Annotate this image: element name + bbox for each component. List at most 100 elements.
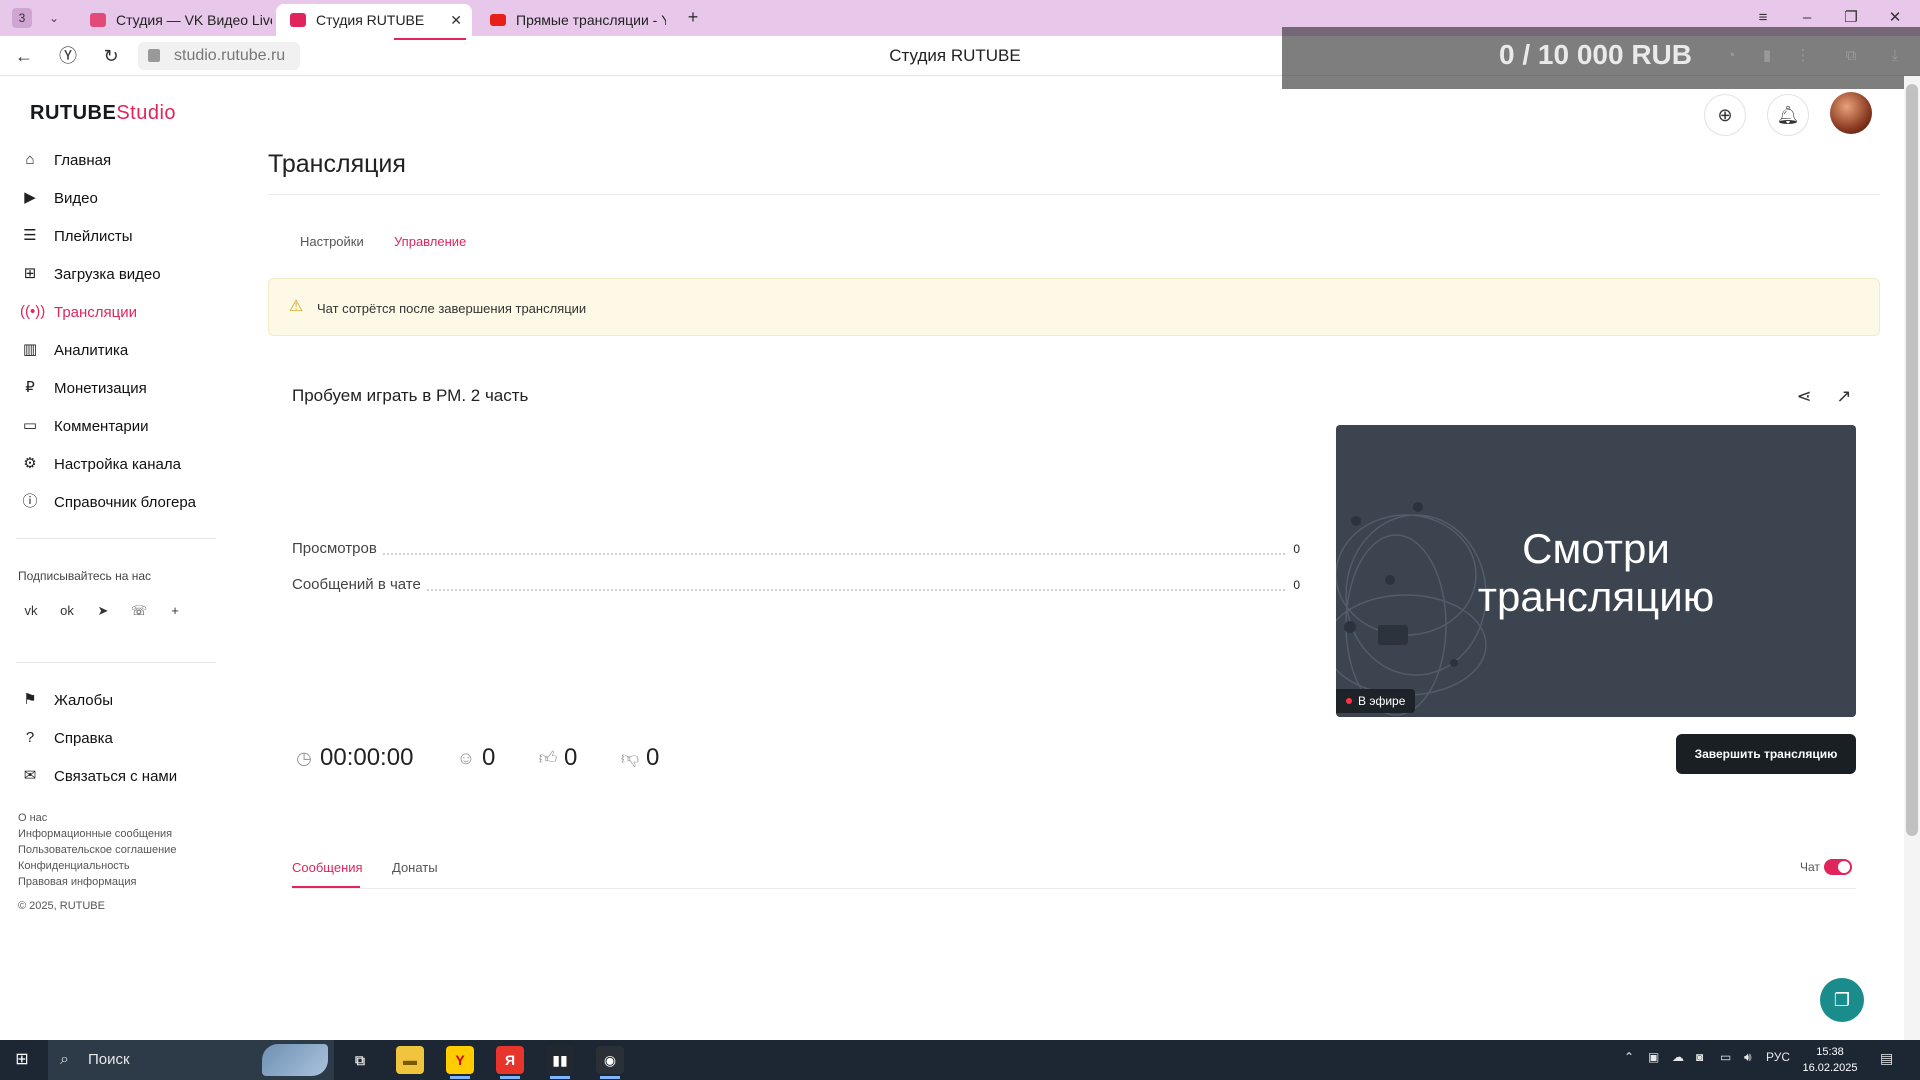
clock-icon: ◷	[296, 748, 312, 768]
yandex-icon[interactable]: Я	[496, 1046, 524, 1079]
file-explorer-icon[interactable]: ▬	[396, 1046, 424, 1074]
reload-icon[interactable]: ↻	[99, 44, 123, 68]
lock-icon	[148, 49, 160, 62]
video-icon: ▶	[24, 189, 36, 206]
tab-settings[interactable]: Настройки	[300, 234, 364, 249]
preview-caption-line: трансляцию	[1477, 573, 1715, 620]
sidebar-item-broadcasts[interactable]: ((•)) Трансляции	[20, 298, 137, 326]
sidebar-item-label: Жалобы	[54, 691, 113, 709]
footer-link-legal[interactable]: Правовая информация	[18, 876, 136, 888]
sidebar-item-label: Видео	[54, 189, 98, 207]
odnoklassniki-icon[interactable]: ok	[54, 598, 80, 624]
end-stream-button[interactable]: Завершить трансляцию	[1676, 734, 1856, 774]
sidebar-item-label: Настройка канала	[54, 455, 181, 473]
page-heading: Трансляция	[268, 150, 406, 178]
sidebar-item-label: Комментарии	[54, 417, 149, 435]
live-dot-icon	[1346, 698, 1352, 704]
upload-icon: ⊞	[23, 265, 37, 282]
footer-link-privacy[interactable]: Конфиденциальность	[18, 860, 130, 872]
rutube-studio-logo[interactable]: RUTUBEStudio	[30, 102, 176, 125]
preview-caption-line: Смотри	[1522, 525, 1670, 572]
page-title: Студия RUTUBE	[889, 46, 1021, 65]
cloud-icon[interactable]: ☁	[1672, 1050, 1684, 1064]
new-tab-button[interactable]: +	[682, 7, 704, 29]
tab-donations[interactable]: Донаты	[392, 860, 438, 875]
telegram-icon[interactable]: ➤	[90, 598, 116, 624]
sidebar-item-complaints[interactable]: ⚑ Жалобы	[20, 686, 113, 714]
chevron-down-icon[interactable]: ⌄	[44, 8, 64, 28]
clock-time: 15:38	[1816, 1046, 1844, 1058]
browser-tab-youtube[interactable]: Прямые трансляции - Yo	[476, 4, 666, 36]
footer-link-terms[interactable]: Пользовательское соглашение	[18, 844, 176, 856]
more-icon[interactable]: ⋮	[1794, 47, 1812, 65]
follow-us-label: Подписывайтесь на нас	[18, 569, 152, 583]
sidebar-item-blogger-guide[interactable]: ⓘ Справочник блогера	[20, 488, 196, 516]
bookmark-icon[interactable]: ▮	[1758, 47, 1776, 65]
search-placeholder: Поиск	[88, 1051, 130, 1068]
preview-caption: Смотри трансляцию	[1336, 525, 1856, 621]
sidebar-item-label: Загрузка видео	[54, 265, 161, 283]
windows-start-icon[interactable]: ⊞	[12, 1050, 32, 1070]
flag-icon: ⚑	[23, 691, 37, 708]
volume-icon[interactable]: 🔊︎	[1744, 1050, 1752, 1065]
support-chat-button[interactable]: ❐	[1820, 978, 1864, 1022]
sidebar-item-label: Справочник блогера	[54, 493, 197, 511]
plus-icon[interactable]: +	[162, 598, 188, 624]
sidebar-item-comments[interactable]: ▭ Комментарии	[20, 412, 149, 440]
incognito-icon[interactable]: ◔	[1722, 47, 1740, 65]
browser-tab-rutube-studio[interactable]: Студия RUTUBE ✕	[276, 4, 472, 36]
dislikes-value: 0	[646, 744, 660, 771]
clock[interactable]: 15:38 16.02.2025	[1790, 1044, 1870, 1076]
meet-icon[interactable]: ▣	[1648, 1050, 1659, 1064]
external-link-icon[interactable]: ↗	[1832, 384, 1856, 408]
sidebar-item-analytics[interactable]: ▥ Аналитика	[20, 336, 128, 364]
sidebar-item-video[interactable]: ▶ Видео	[20, 184, 98, 212]
sidebar-item-home[interactable]: ⌂ Главная	[20, 146, 111, 174]
sidebar-item-channel-settings[interactable]: ⚙ Настройка канала	[20, 450, 181, 478]
close-icon[interactable]: ✕	[450, 4, 462, 36]
yandex-browser-icon[interactable]: Y	[446, 1046, 474, 1079]
tab-messages[interactable]: Сообщения	[292, 860, 363, 875]
copyright: © 2025, RUTUBE	[18, 900, 105, 912]
sidebar-item-help[interactable]: ? Справка	[20, 724, 113, 752]
notifications-icon[interactable]: ▤	[1880, 1050, 1893, 1067]
user-icon: ☺	[456, 748, 476, 768]
stream-title: Пробуем играть в РМ. 2 часть	[292, 386, 529, 405]
share-icon[interactable]: ⋖	[1792, 384, 1816, 408]
browser-tab-vk[interactable]: Студия — VK Видео Live	[76, 4, 272, 36]
chat-toggle[interactable]	[1824, 859, 1852, 875]
thumbs-up-icon: 👍︎	[538, 748, 558, 768]
yandex-icon[interactable]: Ⓨ	[56, 44, 80, 68]
sidebar-item-label: Трансляции	[54, 303, 138, 321]
add-video-button[interactable]: ⊕	[1704, 94, 1746, 136]
language-indicator[interactable]: РУС	[1766, 1050, 1790, 1064]
viber-icon[interactable]: ☏	[126, 598, 152, 624]
footer-link-about[interactable]: О нас	[18, 812, 47, 824]
chat-divider	[292, 888, 1856, 889]
url-field[interactable]: studio.rutube.ru	[138, 42, 300, 70]
network-icon[interactable]: ▭	[1720, 1050, 1731, 1064]
tab-management[interactable]: Управление	[394, 234, 466, 249]
task-view-icon[interactable]: ⧉	[346, 1046, 374, 1074]
obs-icon[interactable]: ◉	[596, 1046, 624, 1079]
sidebar-item-upload[interactable]: ⊞ Загрузка видео	[20, 260, 161, 288]
back-arrow-icon[interactable]: ←	[12, 44, 36, 68]
bell-icon[interactable]: 🔔︎	[1767, 94, 1809, 136]
sidebar-item-contact[interactable]: ✉ Связаться с нами	[20, 762, 177, 790]
tab-title: Студия RUTUBE	[316, 12, 425, 28]
chevron-up-icon[interactable]: ⌃	[1624, 1050, 1634, 1064]
scrollbar-thumb[interactable]	[1906, 84, 1918, 836]
avatar[interactable]	[1830, 92, 1872, 134]
collections-icon[interactable]: ⧉	[1842, 47, 1860, 65]
camera-icon[interactable]: ◙	[1696, 1050, 1703, 1064]
active-tab-indicator	[394, 38, 466, 40]
sidebar-item-monetization[interactable]: ₽ Монетизация	[20, 374, 146, 402]
footer-link-info[interactable]: Информационные сообщения	[18, 828, 172, 840]
vk-icon[interactable]: vk	[18, 598, 44, 624]
page-tabs: Настройки Управление	[268, 222, 1880, 262]
audio-app-icon[interactable]: ▮▮	[546, 1046, 574, 1079]
sidebar-item-playlists[interactable]: ☰ Плейлисты	[20, 222, 132, 250]
tab-group-counter[interactable]: 3	[12, 8, 32, 28]
stream-preview[interactable]: Смотри трансляцию В эфире	[1336, 425, 1856, 717]
download-icon[interactable]: ⤓	[1886, 47, 1904, 65]
